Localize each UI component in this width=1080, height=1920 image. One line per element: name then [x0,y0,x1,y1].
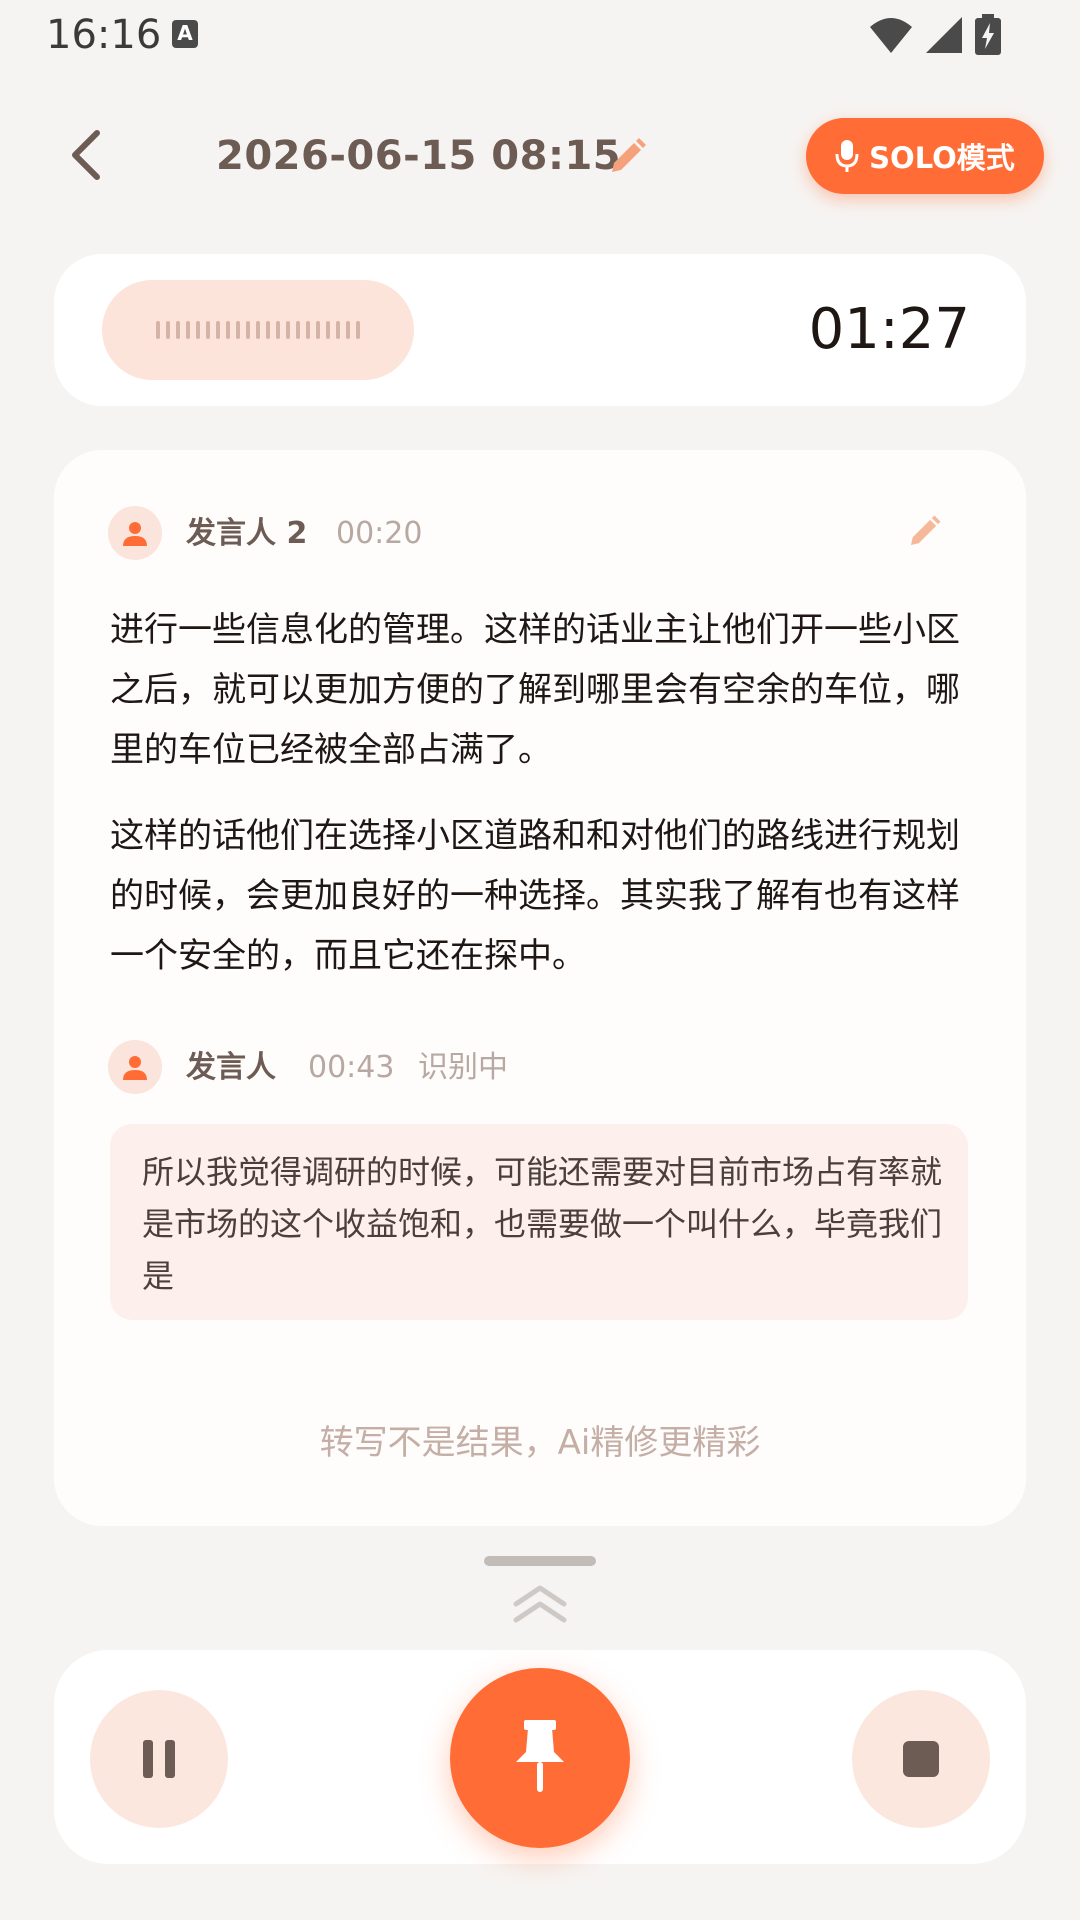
solo-mode-button[interactable]: SOLO模式 [806,118,1044,194]
waveform-bar [256,321,260,339]
audio-waveform [102,280,414,380]
back-arrow-icon [72,130,100,180]
waveform-bar [266,321,270,339]
signal-icon [926,17,962,53]
pin-icon [516,1720,564,1792]
person-icon [123,1056,147,1080]
edit-segment-button[interactable] [904,512,944,552]
expand-button[interactable] [508,1580,572,1624]
segment-timestamp: 00:43 [308,1050,395,1085]
waveform-bar [356,321,360,339]
wifi-icon [870,18,912,53]
waveform-bar [186,321,190,339]
edit-title-button[interactable] [604,134,650,180]
recording-timer: 01:27 [808,297,970,362]
speaker-avatar [108,1040,162,1094]
waveform-bar [276,321,280,339]
stop-button[interactable] [852,1690,990,1828]
waveform-bar [216,321,220,339]
chevron-up-double-icon [513,1585,567,1623]
pause-icon [143,1740,175,1778]
status-time: 16:16 [46,12,162,58]
transcript-paragraph: 这样的话他们在选择小区道路和和对他们的路线进行规划的时候，会更加良好的一种选择。… [110,816,960,976]
waveform-bar [306,321,310,339]
live-transcript-text: 所以我觉得调研的时候，可能还需要对目前市场占有率就是市场的这个收益饱和，也需要做… [142,1153,943,1295]
pause-button[interactable] [90,1690,228,1828]
battery-charging-icon [975,14,1001,55]
page-title[interactable]: 2026-06-15 08:15 [216,128,621,184]
waveform-bar [346,321,350,339]
waveform-bar [166,321,170,339]
transcript-paragraph: 进行一些信息化的管理。这样的话业主让他们开一些小区之后，就可以更加方便的了解到哪… [110,610,960,770]
solo-mode-label: SOLO模式 [869,141,1015,175]
waveform-bar [336,321,340,339]
edit-pencil-icon [910,515,941,546]
notification-icon: A [172,20,198,48]
stop-icon [903,1741,939,1777]
segment-timestamp: 00:20 [336,516,423,551]
waveform-bar [156,321,160,339]
back-button[interactable] [56,120,116,190]
status-icons [868,14,1002,56]
edit-pencil-icon [612,138,646,172]
waveform-bar [286,321,290,339]
waveform-bar [206,321,210,339]
waveform-bar [236,321,240,339]
speaker-name[interactable]: 发言人 2 [186,514,307,554]
pin-mark-button[interactable] [450,1668,630,1848]
waveform-bar [326,321,330,339]
drag-handle[interactable] [484,1556,596,1566]
recognizing-status: 识别中 [418,1050,508,1085]
person-icon [123,522,147,546]
waveform-bar [246,321,250,339]
ai-refine-hint[interactable]: 转写不是结果，Ai精修更精彩 [54,1420,1026,1466]
waveform-bar [226,321,230,339]
speaker-avatar [108,506,162,560]
speaker-name[interactable]: 发言人 [186,1048,276,1088]
waveform-bar [316,321,320,339]
waveform-bar [196,321,200,339]
microphone-icon [835,140,859,172]
waveform-bar [296,321,300,339]
waveform-bar [176,321,180,339]
